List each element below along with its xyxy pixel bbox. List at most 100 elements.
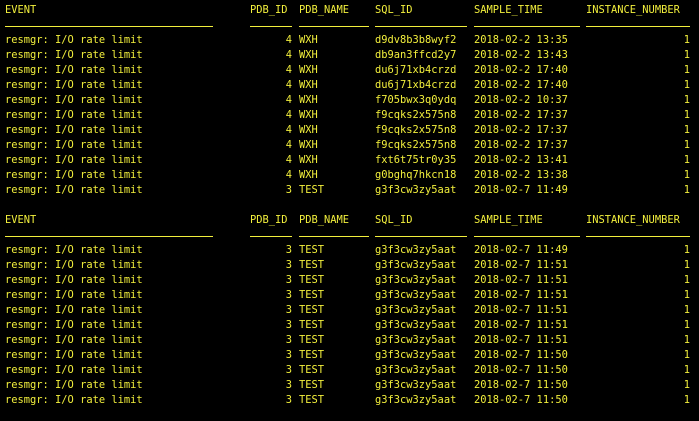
table-row[interactable]: resmgr: I/O rate limit 3 TEST g3f3cw3zy5aat… — [0, 303, 699, 318]
cell-sql-id: f9cqks2x575n8 — [375, 124, 457, 136]
cell-pdb-name: TEST — [299, 244, 325, 256]
cell-instance-number: 1 — [683, 349, 690, 361]
separator-dash — [5, 236, 213, 237]
cell-sql-id: du6j71xb4crzd — [375, 79, 457, 91]
table-row[interactable]: resmgr: I/O rate limit 4 WXH du6j71xb4crzd 2… — [0, 63, 699, 78]
column-header-event: EVENT — [5, 214, 37, 226]
table-row[interactable]: resmgr: I/O rate limit 3 TEST g3f3cw3zy5aat… — [0, 318, 699, 333]
cell-sql-id: g3f3cw3zy5aat — [375, 319, 457, 331]
table-row[interactable]: resmgr: I/O rate limit 3 TEST g3f3cw3zy5aat… — [0, 273, 699, 288]
header-separator — [0, 18, 699, 33]
cell-sql-id: g3f3cw3zy5aat — [375, 244, 457, 256]
cell-sample-time: 2018-02-7 11:51 — [474, 304, 568, 316]
table-row[interactable]: resmgr: I/O rate limit 4 WXH f705bwx3q0ydq 2… — [0, 93, 699, 108]
separator-dash — [375, 26, 467, 27]
column-header-sql-id: SQL_ID — [375, 4, 413, 16]
cell-sample-time: 2018-02-2 17:37 — [474, 124, 568, 136]
cell-pdb-id: 3 — [285, 334, 292, 346]
cell-pdb-name: TEST — [299, 184, 325, 196]
cell-pdb-name: WXH — [299, 124, 318, 136]
table-row[interactable]: resmgr: I/O rate limit 3 TEST g3f3cw3zy5aat… — [0, 243, 699, 258]
table-row[interactable]: resmgr: I/O rate limit 3 TEST g3f3cw3zy5aat… — [0, 333, 699, 348]
separator-dash — [250, 26, 292, 27]
table-row[interactable]: resmgr: I/O rate limit 4 WXH f9cqks2x575n8 2… — [0, 108, 699, 123]
cell-event: resmgr: I/O rate limit — [5, 379, 143, 391]
table-row[interactable]: resmgr: I/O rate limit 4 WXH du6j71xb4crzd 2… — [0, 78, 699, 93]
table-row[interactable]: resmgr: I/O rate limit 3 TEST g3f3cw3zy5aat… — [0, 288, 699, 303]
cell-pdb-id: 4 — [285, 94, 292, 106]
cell-sample-time: 2018-02-2 13:35 — [474, 34, 568, 46]
table-row[interactable]: resmgr: I/O rate limit 4 WXH d9dv8b3b8wyf2 2… — [0, 33, 699, 48]
cell-pdb-name: WXH — [299, 109, 318, 121]
cell-sql-id: g3f3cw3zy5aat — [375, 184, 457, 196]
cell-sample-time: 2018-02-2 13:38 — [474, 169, 568, 181]
table-row[interactable]: resmgr: I/O rate limit 4 WXH g0bghq7hkcn18 2… — [0, 168, 699, 183]
cell-pdb-name: TEST — [299, 259, 325, 271]
separator-dash — [299, 236, 369, 237]
cell-sql-id: g3f3cw3zy5aat — [375, 364, 457, 376]
cell-sample-time: 2018-02-7 11:50 — [474, 379, 568, 391]
column-header-sample-time: SAMPLE_TIME — [474, 214, 543, 226]
terminal-window[interactable]: EVENT PDB_ID PDB_NAME SQL_ID SAMPLE_TIME INST… — [0, 0, 699, 421]
cell-pdb-name: WXH — [299, 34, 318, 46]
table-row[interactable]: resmgr: I/O rate limit 3 TEST g3f3cw3zy5aat… — [0, 393, 699, 408]
cell-sample-time: 2018-02-7 11:49 — [474, 244, 568, 256]
cell-sample-time: 2018-02-2 17:37 — [474, 139, 568, 151]
cell-sample-time: 2018-02-2 13:41 — [474, 154, 568, 166]
separator-dash — [375, 236, 467, 237]
cell-pdb-name: TEST — [299, 379, 325, 391]
table-row[interactable]: resmgr: I/O rate limit 3 TEST g3f3cw3zy5aat… — [0, 378, 699, 393]
cell-pdb-id: 4 — [285, 49, 292, 61]
table-row[interactable]: resmgr: I/O rate limit 3 TEST g3f3cw3zy5aat… — [0, 258, 699, 273]
cell-sample-time: 2018-02-7 11:51 — [474, 319, 568, 331]
table-row[interactable]: resmgr: I/O rate limit 4 WXH f9cqks2x575n8 2… — [0, 138, 699, 153]
column-header-event: EVENT — [5, 4, 37, 16]
cell-sample-time: 2018-02-2 17:40 — [474, 79, 568, 91]
cell-sql-id: g3f3cw3zy5aat — [375, 334, 457, 346]
table-row[interactable]: resmgr: I/O rate limit 3 TEST g3f3cw3zy5aat… — [0, 183, 699, 198]
column-header-row: EVENT PDB_ID PDB_NAME SQL_ID SAMPLE_TIME INST… — [0, 3, 699, 18]
cell-pdb-name: TEST — [299, 274, 325, 286]
column-header-sql-id: SQL_ID — [375, 214, 413, 226]
cell-pdb-id: 3 — [285, 349, 292, 361]
cell-pdb-id: 3 — [285, 259, 292, 271]
cell-instance-number: 1 — [683, 379, 690, 391]
cell-sample-time: 2018-02-7 11:51 — [474, 274, 568, 286]
cell-event: resmgr: I/O rate limit — [5, 169, 143, 181]
cell-sample-time: 2018-02-7 11:51 — [474, 289, 568, 301]
table-row[interactable]: resmgr: I/O rate limit 4 WXH fxt6t75tr0y35 2… — [0, 153, 699, 168]
cell-instance-number: 1 — [683, 259, 690, 271]
cell-pdb-name: TEST — [299, 334, 325, 346]
cell-pdb-id: 4 — [285, 154, 292, 166]
cell-pdb-name: TEST — [299, 289, 325, 301]
cell-pdb-id: 4 — [285, 124, 292, 136]
cell-instance-number: 1 — [683, 304, 690, 316]
cell-sample-time: 2018-02-2 17:40 — [474, 64, 568, 76]
cell-sql-id: g3f3cw3zy5aat — [375, 259, 457, 271]
cell-pdb-id: 4 — [285, 169, 292, 181]
cell-instance-number: 1 — [683, 289, 690, 301]
cell-sql-id: f9cqks2x575n8 — [375, 139, 457, 151]
cell-sample-time: 2018-02-7 11:49 — [474, 184, 568, 196]
cell-sql-id: f705bwx3q0ydq — [375, 94, 457, 106]
table-row[interactable]: resmgr: I/O rate limit 3 TEST g3f3cw3zy5aat… — [0, 363, 699, 378]
cell-instance-number: 1 — [683, 319, 690, 331]
cell-instance-number: 1 — [683, 244, 690, 256]
header-separator — [0, 228, 699, 243]
cell-event: resmgr: I/O rate limit — [5, 109, 143, 121]
table-row[interactable]: resmgr: I/O rate limit 3 TEST g3f3cw3zy5aat… — [0, 348, 699, 363]
cell-event: resmgr: I/O rate limit — [5, 94, 143, 106]
separator-dash — [586, 26, 690, 27]
cell-pdb-id: 4 — [285, 109, 292, 121]
table-row[interactable]: resmgr: I/O rate limit 4 WXH db9an3ffcd2y7 2… — [0, 48, 699, 63]
cell-pdb-id: 3 — [285, 319, 292, 331]
cell-pdb-id: 3 — [285, 379, 292, 391]
cell-pdb-id: 3 — [285, 364, 292, 376]
cell-instance-number: 1 — [683, 394, 690, 406]
cell-sql-id: fxt6t75tr0y35 — [375, 154, 457, 166]
cell-instance-number: 1 — [683, 169, 690, 181]
table-row[interactable]: resmgr: I/O rate limit 4 WXH f9cqks2x575n8 2… — [0, 123, 699, 138]
cell-sample-time: 2018-02-2 17:37 — [474, 109, 568, 121]
cell-pdb-name: WXH — [299, 169, 318, 181]
column-header-pdb-name: PDB_NAME — [299, 4, 350, 16]
